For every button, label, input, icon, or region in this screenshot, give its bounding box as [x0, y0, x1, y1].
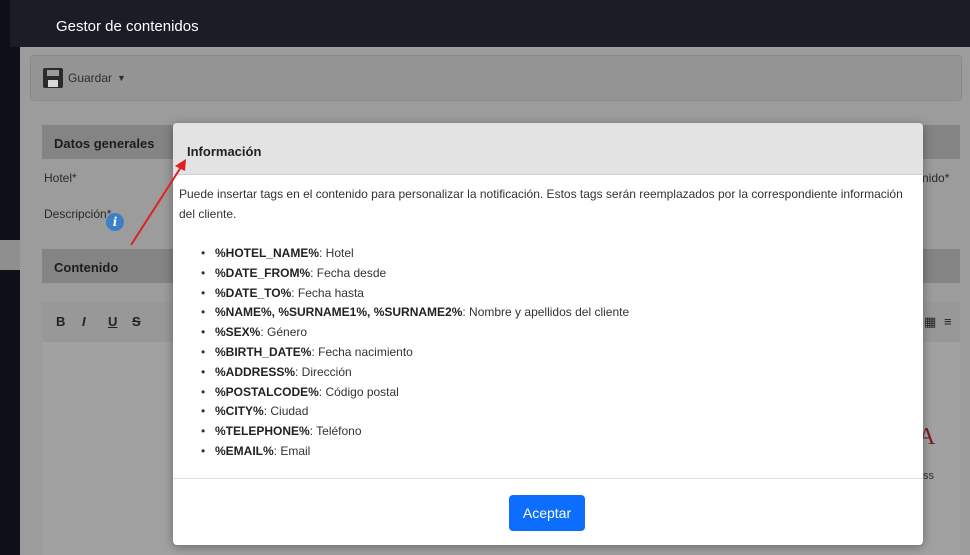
left-grey-strip: [0, 240, 20, 270]
modal-title: Información: [187, 144, 262, 159]
section-content-title: Contenido: [54, 260, 119, 275]
toolbar: Guardar ▼: [30, 55, 962, 101]
tag-list: %HOTEL_NAME%: Hotel %DATE_FROM%: Fecha d…: [197, 244, 629, 462]
modal-intro: Puede insertar tags en el contenido para…: [179, 187, 903, 221]
list-item: %DATE_FROM%: Fecha desde: [197, 264, 629, 284]
list-item: %DATE_TO%: Fecha hasta: [197, 284, 629, 304]
editor-fragment: ss: [923, 470, 934, 482]
list-item: %TELEPHONE%: Teléfono: [197, 422, 629, 442]
list-item: %SEX%: Género: [197, 323, 629, 343]
accept-button[interactable]: Aceptar: [509, 495, 585, 531]
strike-button[interactable]: S: [132, 314, 141, 329]
list-item: %ADDRESS%: Dirección: [197, 363, 629, 383]
floppy-disk-icon: [43, 68, 63, 88]
right-field-label: nido*: [922, 171, 950, 185]
save-button[interactable]: Guardar ▼: [43, 66, 126, 90]
list-item: %HOTEL_NAME%: Hotel: [197, 244, 629, 264]
underline-button[interactable]: U: [108, 314, 117, 329]
list-item: %CITY%: Ciudad: [197, 402, 629, 422]
modal-footer: Aceptar: [173, 478, 923, 545]
app-title: Gestor de contenidos: [56, 18, 199, 35]
list-item: %EMAIL%: Email: [197, 442, 629, 462]
align-icon[interactable]: ≡: [944, 314, 952, 329]
hotel-label: Hotel*: [44, 171, 77, 185]
italic-button[interactable]: I: [82, 314, 86, 329]
top-bar: Gestor de contenidos: [10, 0, 970, 47]
description-label: Descripción*: [44, 207, 112, 221]
save-label: Guardar: [68, 71, 113, 85]
info-modal: Información Puede insertar tags en el co…: [173, 123, 923, 545]
list-item: %POSTALCODE%: Código postal: [197, 383, 629, 403]
modal-body: Puede insertar tags en el contenido para…: [173, 175, 923, 477]
list-item: %NAME%, %SURNAME1%, %SURNAME2%: Nombre y…: [197, 303, 629, 323]
left-rail: [0, 0, 10, 555]
modal-header: Información: [173, 123, 923, 175]
list-item: %BIRTH_DATE%: Fecha nacimiento: [197, 343, 629, 363]
caret-down-icon: ▼: [117, 73, 126, 83]
info-icon[interactable]: i: [106, 213, 124, 231]
section-general-title: Datos generales: [54, 136, 155, 151]
table-icon[interactable]: ▦: [924, 314, 936, 330]
bold-button[interactable]: B: [56, 314, 65, 329]
